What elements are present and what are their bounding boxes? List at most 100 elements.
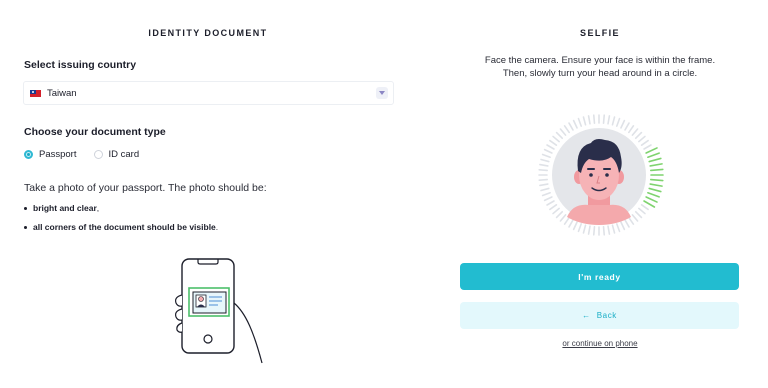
progress-tick [587,115,591,125]
progress-tick [602,114,606,124]
progress-tick-complete [645,196,658,203]
id-card-option-label: ID card [108,149,140,160]
back-button-label: Back [596,311,617,320]
phone-passport-illustration [175,258,263,364]
progress-tick [611,116,616,126]
progress-tick [634,210,643,219]
chevron-down-icon[interactable] [376,87,388,99]
country-value: Taiwan [47,87,77,99]
country-label: Select issuing country [24,59,137,71]
continue-on-phone-link[interactable]: or continue on phone [440,339,760,348]
progress-tick [541,153,551,159]
progress-tick [555,131,564,140]
identity-document-heading: IDENTITY DOCUMENT [148,28,268,38]
progress-tick [607,225,611,235]
progress-tick-complete [647,191,660,198]
progress-tick [638,207,646,215]
ready-button[interactable]: I'm ready [460,263,739,290]
photo-instruction: Take a photo of your passport. The photo… [24,182,267,194]
progress-tick [620,221,626,231]
progress-tick [546,200,555,206]
progress-tick [539,163,549,167]
id-card-radio[interactable] [93,150,103,159]
selfie-instruction-line-2: Then, slowly turn your head around in a … [502,68,698,79]
requirement-text: all corners of the document should be vi… [33,222,216,232]
progress-tick [615,223,621,233]
requirement-suffix: . [215,222,219,232]
progress-tick-complete [648,187,662,193]
arrow-left-icon: ← [582,311,591,320]
passport-option-label: Passport [39,149,77,160]
progress-tick [538,168,548,172]
country-select[interactable]: Taiwan [23,81,394,105]
progress-tick [572,119,578,129]
progress-tick [549,139,558,146]
progress-tick [631,128,639,136]
progress-tick [638,135,646,143]
progress-tick-complete [649,183,663,187]
progress-tick [538,178,548,182]
progress-tick [546,144,555,150]
passport-option[interactable]: Passport [24,149,77,160]
requirements-list: bright and clear, all corners of the doc… [24,203,218,241]
progress-tick [555,210,564,219]
progress-tick [541,191,551,197]
document-type-options: Passport ID card [24,149,156,160]
selfie-instruction-line-1: Face the camera. Ensure your face is wit… [484,55,716,66]
progress-tick [563,216,570,225]
progress-tick-complete [643,200,656,208]
progress-tick [577,117,583,127]
progress-tick [577,223,583,233]
progress-tick [592,226,596,236]
progress-tick [611,224,616,234]
progress-tick [563,125,570,134]
progress-tick [552,207,560,215]
requirement-text: bright and clear [33,203,97,213]
progress-tick [620,119,626,129]
progress-tick [587,225,591,235]
progress-tick [634,131,643,140]
progress-tick [582,224,587,234]
document-type-label: Choose your document type [24,126,166,138]
progress-tick-complete [648,157,662,163]
selfie-heading: SELFIE [580,28,620,38]
progress-tick [582,116,587,126]
progress-tick [643,144,652,150]
progress-tick [559,214,567,222]
progress-tick [628,216,635,225]
progress-tick [572,221,578,231]
selfie-panel: SELFIE Face the camera. Ensure your face… [440,0,768,388]
progress-tick [540,187,550,192]
list-item: all corners of the document should be vi… [24,222,218,232]
progress-tick-complete [650,168,664,172]
progress-tick [543,148,553,154]
identity-document-panel: IDENTITY DOCUMENT Select issuing country… [0,0,410,388]
list-item: bright and clear, [24,203,218,213]
progress-tick-complete [650,178,664,182]
progress-tick [628,125,635,134]
progress-tick [631,214,639,222]
passport-radio[interactable] [24,150,33,159]
taiwan-flag-icon [30,89,41,97]
progress-tick-complete [649,163,663,167]
progress-tick [543,196,553,202]
progress-tick [592,114,596,124]
progress-tick [559,128,567,136]
bullet-dot [24,206,27,210]
progress-tick [549,204,558,211]
progress-tick [539,183,549,187]
face-frame-illustration [538,114,664,236]
progress-tick [640,139,649,146]
progress-tick-complete [647,152,660,159]
progress-tick [568,122,574,131]
progress-tick [568,219,574,228]
progress-tick [624,122,630,131]
progress-tick [552,135,560,143]
id-card-option[interactable]: ID card [93,149,140,160]
back-button[interactable]: ← Back [460,302,739,329]
requirement-suffix: , [96,203,100,213]
progress-tick-complete [645,147,658,154]
bullet-dot [24,225,27,229]
progress-tick [540,158,550,163]
progress-tick [640,204,649,211]
